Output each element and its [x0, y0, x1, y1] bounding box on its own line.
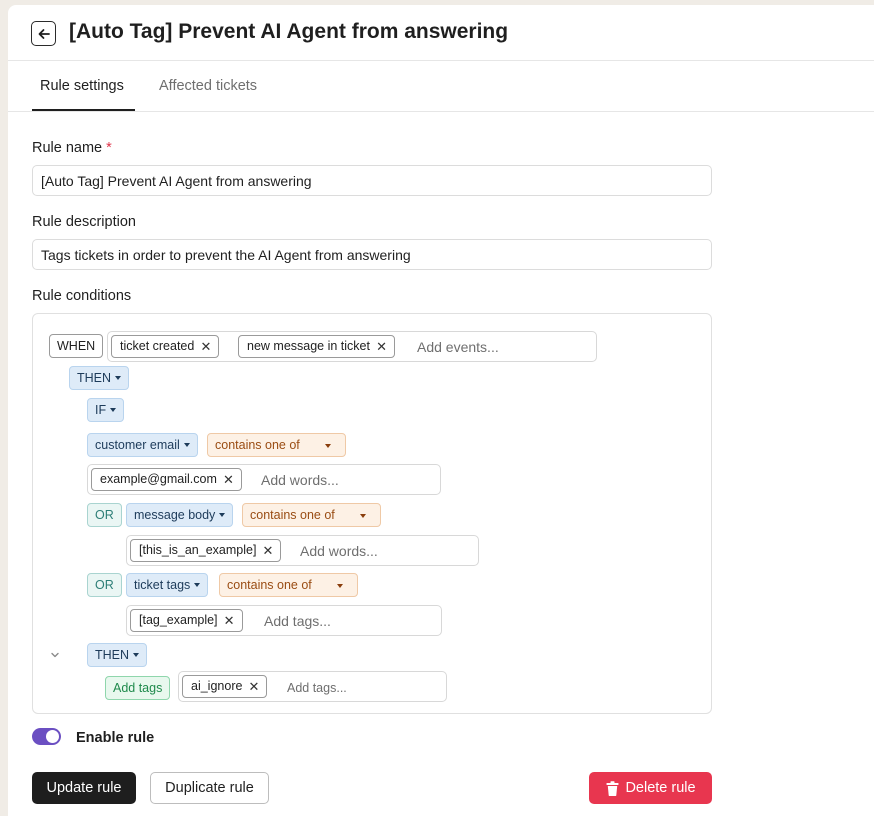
duplicate-rule-button[interactable]: Duplicate rule [150, 772, 269, 804]
close-icon[interactable]: ✕ [249, 676, 260, 697]
tab-affected-tickets[interactable]: Affected tickets [159, 78, 257, 94]
value-token: [this_is_an_example] ✕ [130, 539, 282, 562]
values-placeholder[interactable]: Add words... [261, 472, 339, 488]
when-keyword: WHEN [49, 334, 104, 358]
delete-rule-button[interactable]: Delete rule [589, 772, 712, 804]
event-token-label: new message in ticket [247, 339, 370, 353]
value-token-label: example@gmail.com [100, 472, 217, 486]
rule-name-input[interactable] [32, 165, 712, 196]
caret-down-icon [133, 652, 140, 657]
event-token-label: ticket created [120, 339, 195, 353]
close-icon[interactable]: ✕ [263, 540, 274, 561]
field-label: ticket tags [134, 578, 191, 592]
rule-conditions-label: Rule conditions [32, 288, 132, 304]
tag-token-label: ai_ignore [191, 679, 243, 693]
if-dropdown[interactable]: IF [87, 398, 125, 422]
then-label: THEN [95, 648, 130, 662]
rule-conditions-editor: WHEN ticket created ✕ new message in tick… [32, 313, 712, 714]
action-then-dropdown[interactable]: THEN [87, 643, 148, 667]
if-label: IF [95, 403, 107, 417]
toggle-knob [46, 730, 59, 743]
arrow-left-icon [38, 29, 50, 39]
close-icon[interactable]: ✕ [376, 336, 387, 357]
or-connector[interactable]: OR [87, 573, 122, 597]
trash-icon [606, 781, 619, 796]
action-add-tags[interactable]: Add tags [105, 676, 171, 700]
event-token-ticket-created: ticket created ✕ [111, 335, 220, 358]
or-connector[interactable]: OR [87, 503, 122, 527]
active-tab-indicator [32, 109, 135, 111]
back-button[interactable] [31, 21, 56, 46]
or-label: OR [95, 578, 114, 592]
rule-description-label: Rule description [32, 214, 136, 230]
caret-down-icon [325, 444, 331, 448]
then-dropdown[interactable]: THEN [69, 366, 130, 390]
operator-dropdown-message-body[interactable]: contains one of [242, 503, 381, 527]
tab-rule-settings[interactable]: Rule settings [40, 78, 124, 94]
value-token-label: [tag_example] [139, 613, 218, 627]
caret-down-icon [183, 442, 190, 447]
rule-description-input[interactable] [32, 239, 712, 270]
value-token: [tag_example] ✕ [130, 609, 243, 632]
events-input[interactable]: ticket created ✕ new message in ticket ✕ A… [107, 331, 597, 362]
caret-down-icon [110, 407, 117, 412]
action-label: Add tags [113, 681, 163, 695]
field-label: customer email [95, 438, 180, 452]
value-token-label: [this_is_an_example] [139, 543, 257, 557]
values-placeholder[interactable]: Add tags... [264, 613, 331, 629]
delete-rule-label: Delete rule [625, 780, 696, 796]
caret-down-icon [219, 512, 226, 517]
values-input-ticket-tags[interactable]: [tag_example] ✕ Add tags... [126, 605, 442, 636]
rule-name-label: Rule name * [32, 140, 112, 156]
close-icon[interactable]: ✕ [223, 469, 234, 490]
operator-dropdown-customer-email[interactable]: contains one of [207, 433, 346, 457]
tab-bar: Rule settings Affected tickets [8, 61, 874, 112]
caret-down-icon [337, 584, 343, 588]
rule-name-label-text: Rule name [32, 140, 103, 156]
value-token: example@gmail.com ✕ [91, 468, 242, 491]
enable-rule-label: Enable rule [76, 730, 155, 746]
field-dropdown-ticket-tags[interactable]: ticket tags [126, 573, 209, 597]
event-token-new-message: new message in ticket ✕ [238, 335, 395, 358]
tags-placeholder[interactable]: Add tags... [287, 681, 347, 695]
chevron-down-icon[interactable] [49, 649, 61, 661]
or-label: OR [95, 508, 114, 522]
then-label: THEN [77, 371, 112, 385]
operator-label: contains one of [227, 578, 312, 592]
values-placeholder[interactable]: Add words... [300, 543, 378, 559]
tag-token: ai_ignore ✕ [182, 675, 268, 698]
action-tags-input[interactable]: ai_ignore ✕ Add tags... [178, 671, 447, 702]
page-header: [Auto Tag] Prevent AI Agent from answeri… [8, 5, 874, 61]
close-icon[interactable]: ✕ [200, 336, 211, 357]
when-label: WHEN [57, 339, 96, 353]
operator-label: contains one of [215, 438, 300, 452]
caret-down-icon [115, 375, 122, 380]
close-icon[interactable]: ✕ [224, 610, 235, 631]
enable-rule-toggle[interactable] [32, 728, 61, 745]
update-rule-button[interactable]: Update rule [32, 772, 136, 804]
field-dropdown-customer-email[interactable]: customer email [87, 433, 198, 457]
field-dropdown-message-body[interactable]: message body [126, 503, 234, 527]
events-placeholder[interactable]: Add events... [417, 339, 499, 355]
values-input-customer-email[interactable]: example@gmail.com ✕ Add words... [87, 464, 441, 495]
rule-editor-panel: [Auto Tag] Prevent AI Agent from answeri… [8, 5, 874, 816]
operator-dropdown-ticket-tags[interactable]: contains one of [219, 573, 358, 597]
caret-down-icon [194, 582, 201, 587]
page-title: [Auto Tag] Prevent AI Agent from answeri… [69, 20, 509, 43]
caret-down-icon [360, 514, 366, 518]
required-mark: * [106, 140, 112, 156]
field-label: message body [134, 508, 216, 522]
operator-label: contains one of [250, 508, 335, 522]
values-input-message-body[interactable]: [this_is_an_example] ✕ Add words... [126, 535, 479, 566]
